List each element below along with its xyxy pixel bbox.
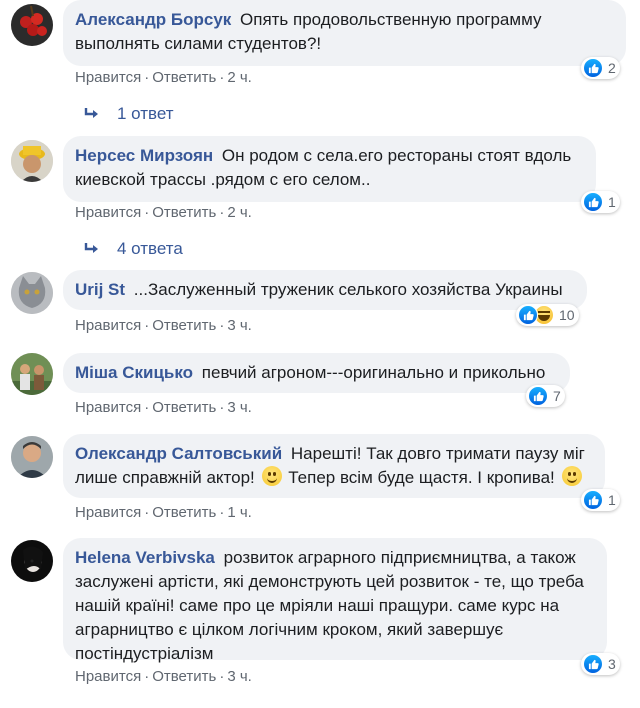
reaction-count: 1 xyxy=(608,492,616,508)
like-button[interactable]: Нравится xyxy=(75,317,141,334)
avatar[interactable] xyxy=(11,272,53,314)
reply-button[interactable]: Ответить xyxy=(152,69,216,86)
comment-bubble: Urij St ...Заслуженный труженик селького… xyxy=(63,270,587,310)
comment-actions: Нравится · Ответить · 3 ч. xyxy=(75,399,252,416)
replies-count[interactable]: 4 ответа xyxy=(117,239,183,259)
comment-actions: Нравится · Ответить · 1 ч. xyxy=(75,504,252,521)
reaction-summary[interactable]: 3 xyxy=(581,653,620,675)
reaction-summary[interactable]: 1 xyxy=(581,191,620,213)
smiley-emoji-icon xyxy=(261,466,282,486)
like-button[interactable]: Нравится xyxy=(75,668,141,685)
reply-button[interactable]: Ответить xyxy=(152,399,216,416)
comment-bubble: Олександр Салтовський Нарешті! Так довго… xyxy=(63,434,605,498)
like-icon xyxy=(583,490,603,510)
reaction-count: 3 xyxy=(608,656,616,672)
comment-bubble: Александр Борсук Опять продовольственную… xyxy=(63,0,626,66)
comment-bubble: Міша Скицько певчий агроном---оригинальн… xyxy=(63,353,570,393)
replies-count[interactable]: 1 ответ xyxy=(117,104,174,124)
comment-author[interactable]: Urij St xyxy=(75,280,125,299)
like-button[interactable]: Нравится xyxy=(75,204,141,221)
reaction-count: 10 xyxy=(559,307,575,323)
timestamp[interactable]: 3 ч. xyxy=(227,399,252,416)
avatar[interactable] xyxy=(11,436,53,478)
reaction-count: 2 xyxy=(608,60,616,76)
comment-bubble: Нерсес Мирзоян Он родом с села.его ресто… xyxy=(63,136,596,202)
comment-author[interactable]: Нерсес Мирзоян xyxy=(75,146,213,165)
comment-actions: Нравится · Ответить · 3 ч. xyxy=(75,668,252,685)
reaction-summary[interactable]: 2 xyxy=(581,57,620,79)
like-icon xyxy=(583,58,603,78)
view-replies-link[interactable]: 4 ответа xyxy=(83,239,183,259)
avatar[interactable] xyxy=(11,140,53,182)
comment-text: певчий агроном---оригинально и прикольно xyxy=(201,363,546,382)
view-replies-link[interactable]: 1 ответ xyxy=(83,104,174,124)
comment-bubble: Helena Verbivska розвиток аграрного підп… xyxy=(63,538,607,663)
avatar[interactable] xyxy=(11,4,53,46)
comment-actions: Нравится · Ответить · 2 ч. xyxy=(75,69,252,86)
avatar[interactable] xyxy=(11,353,53,395)
timestamp[interactable]: 3 ч. xyxy=(227,668,252,685)
comment-actions: Нравится · Ответить · 2 ч. xyxy=(75,204,252,221)
reply-arrow-icon xyxy=(84,108,98,118)
avatar[interactable] xyxy=(11,540,53,582)
timestamp[interactable]: 2 ч. xyxy=(227,69,252,86)
reaction-summary[interactable]: 7 xyxy=(526,385,565,407)
like-icon xyxy=(518,305,538,325)
like-button[interactable]: Нравится xyxy=(75,69,141,86)
like-button[interactable]: Нравится xyxy=(75,504,141,521)
like-icon xyxy=(583,654,603,674)
reaction-count: 7 xyxy=(553,388,561,404)
reaction-summary[interactable]: 1 xyxy=(581,489,620,511)
like-icon xyxy=(583,192,603,212)
comment-actions: Нравится · Ответить · 3 ч. xyxy=(75,317,252,334)
comment-author[interactable]: Helena Verbivska xyxy=(75,548,215,567)
comment-author[interactable]: Олександр Салтовський xyxy=(75,444,282,463)
comment-thread: Александр Борсук Опять продовольственную… xyxy=(0,0,640,708)
reply-arrow-icon xyxy=(84,243,98,253)
comment-text: ...Заслуженный труженик селького хозяйст… xyxy=(133,280,563,299)
reply-button[interactable]: Ответить xyxy=(152,668,216,685)
smiley-emoji-icon xyxy=(561,466,582,486)
reaction-count: 1 xyxy=(608,194,616,210)
reply-button[interactable]: Ответить xyxy=(152,204,216,221)
reply-button[interactable]: Ответить xyxy=(152,504,216,521)
timestamp[interactable]: 2 ч. xyxy=(227,204,252,221)
like-button[interactable]: Нравится xyxy=(75,399,141,416)
comment-author[interactable]: Александр Борсук xyxy=(75,10,231,29)
reply-button[interactable]: Ответить xyxy=(152,317,216,334)
timestamp[interactable]: 1 ч. xyxy=(227,504,252,521)
like-icon xyxy=(528,386,548,406)
comment-author[interactable]: Міша Скицько xyxy=(75,363,193,382)
reaction-summary[interactable]: 10 xyxy=(516,304,579,326)
timestamp[interactable]: 3 ч. xyxy=(227,317,252,334)
